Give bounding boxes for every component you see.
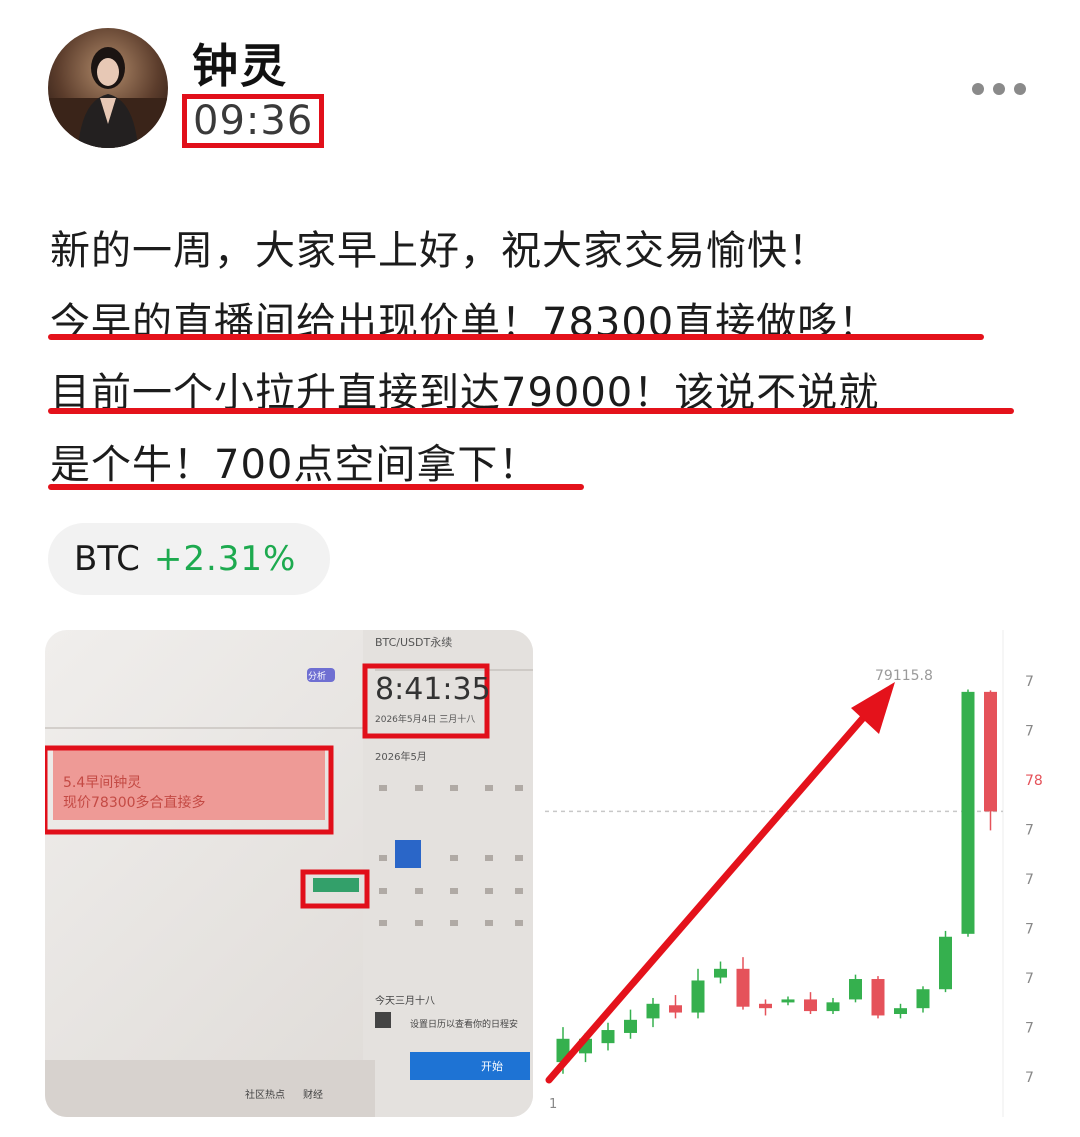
y-axis-label: 7 (1025, 724, 1034, 740)
candle-body (849, 979, 862, 1000)
photo-note-line1: 5.4早间钟灵 (63, 775, 142, 791)
underline-mark (48, 408, 1014, 414)
candle-body (691, 980, 705, 1013)
candle-body (714, 968, 727, 978)
underline-mark (48, 484, 584, 490)
photo-title: BTC/USDT永续 (375, 636, 453, 649)
x-tick-label: 1 (549, 1097, 557, 1112)
candle-body (781, 999, 795, 1003)
y-axis-label: 7 (1025, 674, 1034, 690)
photo-today-label: 今天三月十八 (375, 996, 435, 1007)
candle-body (804, 999, 817, 1012)
photo-clock: 8:41:35 (375, 672, 491, 707)
chart-annotation: 79115.8 (875, 668, 933, 684)
post-text-line: 新的一周，大家早上好，祝大家交易愉快！ (50, 228, 829, 274)
ticker-symbol: BTC (74, 539, 140, 579)
y-axis-label: 7 (1025, 872, 1034, 888)
candle-body (984, 691, 997, 812)
candle-body (871, 979, 885, 1016)
post-text-line: 是个牛！700点空间拿下！ (50, 442, 540, 488)
author-name[interactable]: 钟灵 (192, 30, 288, 96)
photo-month-title: 2026年5月 (375, 752, 427, 763)
y-axis-label: 7 (1025, 922, 1034, 938)
y-axis-label: 7 (1025, 1070, 1034, 1086)
candle-body (601, 1030, 615, 1044)
candle-body (646, 1003, 660, 1019)
y-axis-label: 7 (1025, 971, 1034, 987)
post-image-screen-photo[interactable]: BTC/USDT永续 分析 8:41:35 2026年5月4日 三月十八 202… (45, 630, 533, 1117)
more-dots-icon[interactable] (972, 80, 1032, 98)
candle-body (736, 968, 750, 1007)
candlestick-chart[interactable]: 79115.8 1 7 7 78 7 7 7 7 7 7 (545, 630, 1045, 1117)
photo-taskbar-item: 财经 (303, 1090, 323, 1101)
photo-schedule-text: 设置日历以查看你的日程安 (410, 1020, 519, 1030)
avatar[interactable] (48, 28, 168, 148)
photo-note-line2: 现价78300多合直接多 (63, 795, 206, 811)
candle-body (826, 1002, 840, 1012)
candle-body (759, 1003, 772, 1009)
candle-body (669, 1005, 682, 1013)
y-axis-label: 7 (1025, 1021, 1034, 1037)
ticker-chip[interactable]: BTC +2.31% (48, 523, 330, 595)
trend-arrow (545, 682, 895, 1084)
post-time: 09:36 (193, 98, 314, 144)
y-axis-label: 78 (1025, 773, 1043, 789)
candle-body (916, 989, 930, 1009)
candle-body (961, 691, 975, 934)
candle-body (939, 936, 952, 990)
photo-tag: 分析 (308, 672, 327, 682)
ticker-change: +2.31% (153, 539, 297, 579)
candle-body (624, 1019, 637, 1033)
photo-start-button: 开始 (481, 1060, 503, 1073)
y-axis-label: 7 (1025, 823, 1034, 839)
photo-date-line: 2026年5月4日 三月十八 (375, 715, 476, 725)
photo-taskbar-item: 社区热点 (245, 1090, 285, 1101)
candle-body (894, 1008, 907, 1014)
underline-mark (48, 334, 984, 340)
